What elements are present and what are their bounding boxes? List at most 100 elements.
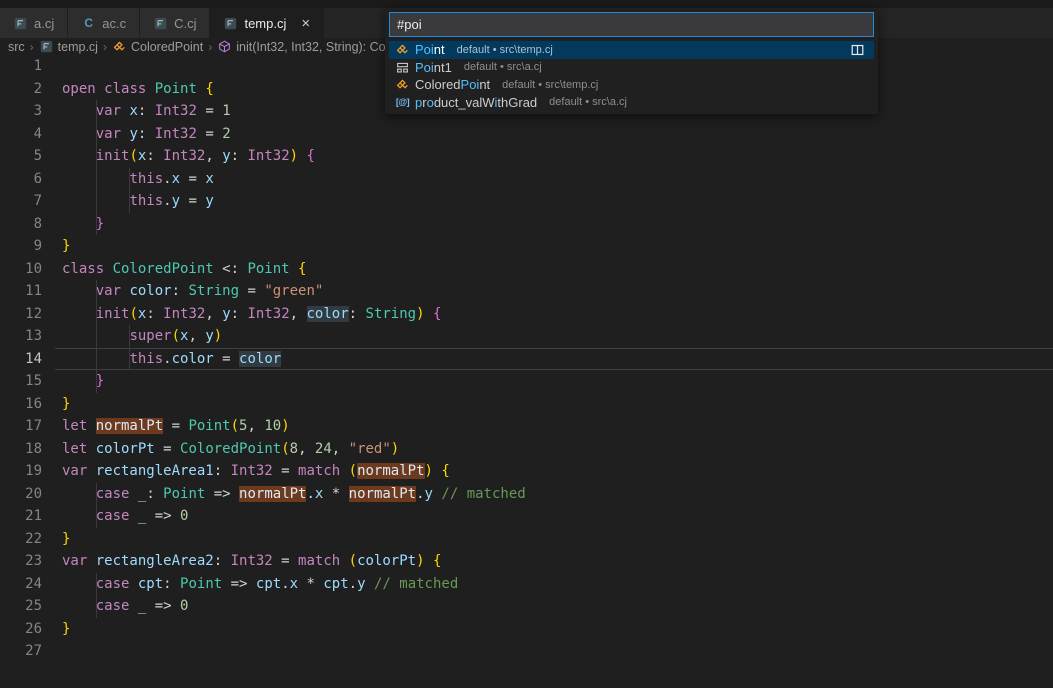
indent-guide xyxy=(129,190,130,213)
quick-open-result-product_valWithGrad[interactable]: [@]product_valWithGraddefault • src\a.cj xyxy=(389,94,874,112)
code-line-content: let colorPt = ColoredPoint(8, 24, "red") xyxy=(55,438,1053,461)
indent-guide xyxy=(96,168,97,191)
code-editor[interactable]: 12open class Point {3 var x: Int32 = 14 … xyxy=(0,55,1053,688)
line-number: 11 xyxy=(0,280,55,303)
line-number: 7 xyxy=(0,190,55,213)
indent-guide xyxy=(96,303,97,326)
symbol-name: Point1 xyxy=(415,60,452,75)
code-line-27[interactable]: 27 xyxy=(0,640,1053,663)
code-line-content: } xyxy=(55,618,1053,641)
indent-guide xyxy=(96,280,97,303)
line-number: 20 xyxy=(0,483,55,506)
code-line-11[interactable]: 11 var color: String = "green" xyxy=(0,280,1053,303)
line-number: 9 xyxy=(0,235,55,258)
struct-icon xyxy=(395,60,410,75)
field-icon: [@] xyxy=(395,95,410,110)
code-line-4[interactable]: 4 var y: Int32 = 2 xyxy=(0,123,1053,146)
code-line-26[interactable]: 26} xyxy=(0,618,1053,641)
code-line-25[interactable]: 25 case _ => 0 xyxy=(0,595,1053,618)
line-number: 1 xyxy=(0,55,55,78)
code-line-8[interactable]: 8 } xyxy=(0,213,1053,236)
code-line-14[interactable]: 14 this.color = color xyxy=(0,348,1053,371)
class-icon xyxy=(395,42,410,57)
indent-guide xyxy=(96,348,97,371)
breadcrumb-item-ColoredPoint[interactable]: ColoredPoint xyxy=(112,39,203,54)
indent-guide xyxy=(96,483,97,506)
breadcrumb-label: src xyxy=(8,40,25,54)
tab-label: a.cj xyxy=(34,16,54,31)
line-number: 17 xyxy=(0,415,55,438)
line-number: 8 xyxy=(0,213,55,236)
quick-open-result-Point1[interactable]: Point1 default • src\a.cj xyxy=(389,59,874,77)
code-line-15[interactable]: 15 } xyxy=(0,370,1053,393)
code-line-16[interactable]: 16} xyxy=(0,393,1053,416)
line-number: 21 xyxy=(0,505,55,528)
symbol-name: product_valWithGrad xyxy=(415,95,537,110)
quick-open-results: Point default • src\temp.cj Point1 default … xyxy=(389,41,874,111)
symbol-detail: default • src\temp.cj xyxy=(457,44,553,56)
code-line-content: case _: Point => normalPt.x * normalPt.y… xyxy=(55,483,1053,506)
code-line-7[interactable]: 7 this.y = y xyxy=(0,190,1053,213)
line-number: 6 xyxy=(0,168,55,191)
code-line-content: this.x = x xyxy=(55,168,1053,191)
close-icon[interactable]: × xyxy=(301,16,310,31)
symbol-detail: default • src\a.cj xyxy=(464,61,542,73)
breadcrumb-separator: › xyxy=(30,40,34,54)
line-number: 22 xyxy=(0,528,55,551)
code-line-5[interactable]: 5 init(x: Int32, y: Int32) { xyxy=(0,145,1053,168)
code-line-20[interactable]: 20 case _: Point => normalPt.x * normalP… xyxy=(0,483,1053,506)
cangjie-file-icon xyxy=(223,16,238,31)
code-line-13[interactable]: 13 super(x, y) xyxy=(0,325,1053,348)
code-line-content: var rectangleArea2: Int32 = match (color… xyxy=(55,550,1053,573)
code-line-23[interactable]: 23var rectangleArea2: Int32 = match (col… xyxy=(0,550,1053,573)
code-line-22[interactable]: 22} xyxy=(0,528,1053,551)
quick-open-popup: Point default • src\temp.cj Point1 default … xyxy=(385,8,878,114)
code-line-content: init(x: Int32, y: Int32) { xyxy=(55,145,1053,168)
tab-temp.cj[interactable]: temp.cj× xyxy=(210,8,324,38)
code-line-24[interactable]: 24 case cpt: Point => cpt.x * cpt.y // m… xyxy=(0,573,1053,596)
line-number: 4 xyxy=(0,123,55,146)
line-number: 23 xyxy=(0,550,55,573)
line-number: 26 xyxy=(0,618,55,641)
split-editor-icon xyxy=(850,43,865,58)
quick-open-result-Point[interactable]: Point default • src\temp.cj xyxy=(389,41,874,59)
code-line-18[interactable]: 18let colorPt = ColoredPoint(8, 24, "red… xyxy=(0,438,1053,461)
method-icon xyxy=(217,39,232,54)
line-number: 13 xyxy=(0,325,55,348)
code-line-17[interactable]: 17let normalPt = Point(5, 10) xyxy=(0,415,1053,438)
tab-C.cj[interactable]: C.cj xyxy=(140,8,210,38)
line-number: 18 xyxy=(0,438,55,461)
line-number: 25 xyxy=(0,595,55,618)
breadcrumb-item-temp.cj[interactable]: temp.cj xyxy=(39,39,98,54)
quick-open-result-ColoredPoint[interactable]: ColoredPointdefault • src\temp.cj xyxy=(389,76,874,94)
code-line-content: var color: String = "green" xyxy=(55,280,1053,303)
line-number: 2 xyxy=(0,78,55,101)
breadcrumb-label: ColoredPoint xyxy=(131,40,203,54)
indent-guide xyxy=(96,370,97,393)
code-line-12[interactable]: 12 init(x: Int32, y: Int32, color: Strin… xyxy=(0,303,1053,326)
cangjie-file-icon xyxy=(39,39,54,54)
code-line-content: } xyxy=(55,235,1053,258)
indent-guide xyxy=(96,145,97,168)
symbol-detail: default • src\temp.cj xyxy=(502,79,598,91)
symbol-name: Point xyxy=(415,42,445,57)
code-line-21[interactable]: 21 case _ => 0 xyxy=(0,505,1053,528)
code-line-6[interactable]: 6 this.x = x xyxy=(0,168,1053,191)
vscode-window: { "titlebar": {}, "tabs": [ {"label":"a.… xyxy=(0,0,1053,688)
breadcrumb-item-src[interactable]: src xyxy=(8,40,25,54)
quick-open-input[interactable] xyxy=(389,12,874,37)
line-number: 27 xyxy=(0,640,55,663)
code-line-content xyxy=(55,640,1053,663)
code-line-19[interactable]: 19var rectangleArea1: Int32 = match (nor… xyxy=(0,460,1053,483)
tab-a.cj[interactable]: a.cj xyxy=(0,8,68,38)
open-to-side-button[interactable] xyxy=(850,43,865,59)
code-line-content: } xyxy=(55,528,1053,551)
tab-ac.c[interactable]: Cac.c xyxy=(68,8,140,38)
code-line-9[interactable]: 9} xyxy=(0,235,1053,258)
code-line-content: super(x, y) xyxy=(55,325,1053,348)
indent-guide xyxy=(96,573,97,596)
class-icon xyxy=(112,39,127,54)
code-line-10[interactable]: 10class ColoredPoint <: Point { xyxy=(0,258,1053,281)
code-line-content: var rectangleArea1: Int32 = match (norma… xyxy=(55,460,1053,483)
indent-guide xyxy=(96,213,97,236)
